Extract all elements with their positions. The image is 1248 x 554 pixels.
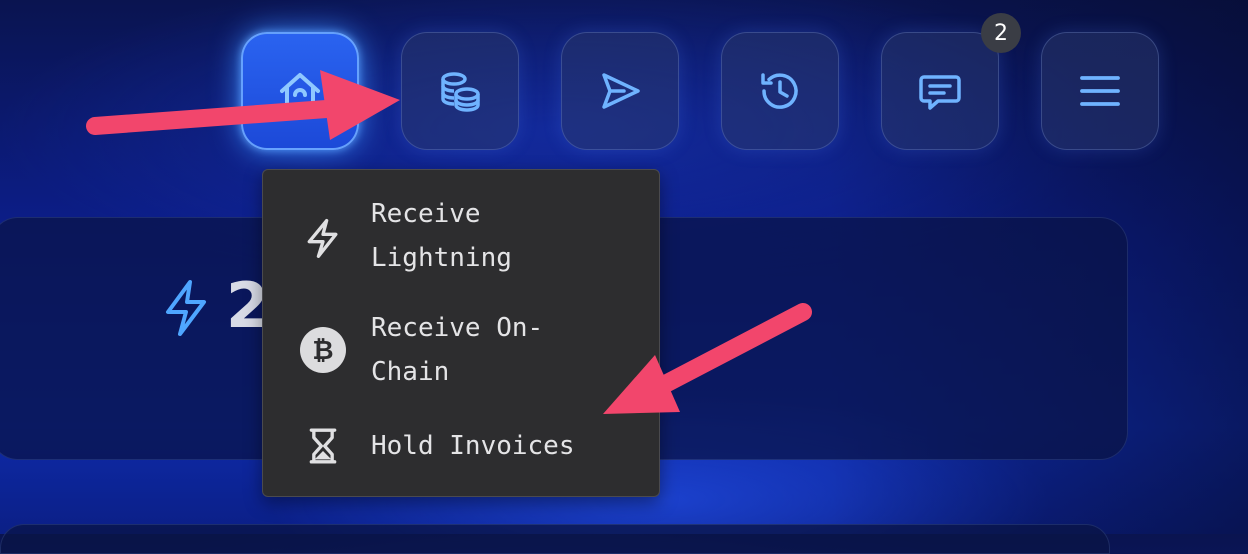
send-icon xyxy=(602,73,640,109)
menu-item-receive-lightning[interactable]: Receive Lightning xyxy=(263,192,659,284)
nav-history-button[interactable] xyxy=(721,32,839,150)
receive-dropdown-menu: Receive Lightning ₿ Receive On- Chain Ho… xyxy=(262,169,660,497)
nav-send-button[interactable] xyxy=(561,32,679,150)
chat-icon xyxy=(919,75,961,110)
home-icon xyxy=(280,73,320,109)
lightning-icon xyxy=(299,214,347,262)
history-icon xyxy=(761,73,798,109)
bitcoin-icon: ₿ xyxy=(299,326,347,374)
hamburger-menu-icon xyxy=(1080,76,1120,106)
nav-home-button[interactable] xyxy=(241,32,359,150)
menu-label: Receive On- Chain xyxy=(371,313,544,387)
menu-item-hold-invoices[interactable]: Hold Invoices xyxy=(263,424,659,468)
menu-label: Receive Lightning xyxy=(371,199,512,273)
hourglass-icon xyxy=(299,422,347,470)
menu-item-receive-onchain[interactable]: ₿ Receive On- Chain xyxy=(263,306,659,398)
nav-menu-button[interactable] xyxy=(1041,32,1159,150)
svg-text:₿: ₿ xyxy=(312,336,333,366)
coins-icon xyxy=(441,72,480,112)
lightning-icon xyxy=(166,280,206,336)
nav-receive-button[interactable] xyxy=(401,32,519,150)
transactions-card xyxy=(0,524,1110,554)
nav-chat-button[interactable] xyxy=(881,32,999,150)
notification-badge: 2 xyxy=(981,13,1021,53)
menu-label: Hold Invoices xyxy=(371,431,575,461)
